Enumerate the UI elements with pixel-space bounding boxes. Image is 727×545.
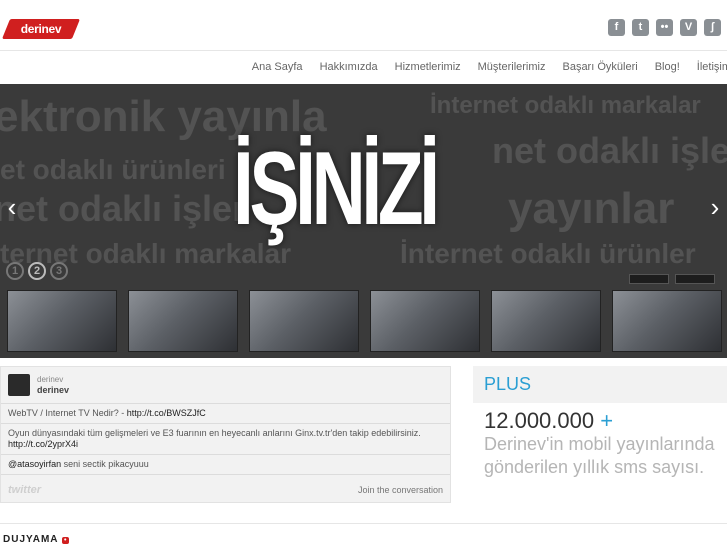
slider-page-3[interactable]: 3 [50, 262, 68, 280]
tweet: WebTV / Internet TV Nedir? - http://t.co… [1, 404, 450, 424]
nav-item-about[interactable]: Hakkımızda [320, 56, 378, 78]
twitter-header: derinev derinev [1, 367, 450, 404]
tweet-link[interactable]: http://t.co/2yprX4i [8, 439, 78, 449]
slider-bg-text: net odaklı işle [492, 130, 727, 171]
slider-bg-text: yayınlar [508, 184, 675, 233]
slider-thumbnail[interactable] [249, 290, 359, 352]
hero-slider: ektronik yayınla İnternet odaklı markala… [0, 84, 727, 358]
nav-item-blog[interactable]: Blog! [655, 56, 680, 78]
footer-logo-tag: • [61, 537, 70, 544]
slider-thumbnail[interactable] [7, 290, 117, 352]
slider-page-2[interactable]: 2 [28, 262, 46, 280]
tweet-text: Oyun dünyasındaki tüm gelişmeleri ve E3 … [8, 428, 421, 438]
slider-thumbnail[interactable] [491, 290, 601, 352]
header: derinev f t •• V ʃ [0, 0, 727, 50]
brand-logo [675, 274, 715, 284]
social-links: f t •• V ʃ [608, 19, 721, 36]
derinev-logo[interactable]: derinev [1, 19, 81, 39]
tweet-link[interactable]: http://t.co/BWSZJfC [127, 408, 206, 418]
avatar[interactable] [8, 374, 30, 396]
slider-page-1[interactable]: 1 [6, 262, 24, 280]
slider-next-arrow[interactable]: › [703, 192, 727, 222]
slider-pagination: 1 2 3 [6, 262, 68, 280]
tweet: Oyun dünyasındaki tüm gelişmeleri ve E3 … [1, 424, 450, 455]
slider-thumbnail[interactable] [612, 290, 722, 352]
nav-item-success-stories[interactable]: Başarı Öyküleri [562, 56, 637, 78]
slider-thumbnail[interactable] [128, 290, 238, 352]
slider-prev-arrow[interactable]: ‹ [0, 192, 24, 222]
rss-icon[interactable]: ʃ [704, 19, 721, 36]
twitter-logo[interactable]: twitter [8, 484, 41, 496]
flickr-icon[interactable]: •• [656, 19, 673, 36]
twitter-display-name[interactable]: derinev [37, 385, 69, 395]
nav-item-home[interactable]: Ana Sayfa [252, 56, 303, 78]
tweet-mention[interactable]: @atasoyirfan [8, 459, 61, 469]
nav-item-contact[interactable]: İletişim [697, 56, 727, 78]
brand-logo [629, 274, 669, 284]
twitter-footer: twitter Join the conversation [1, 478, 450, 502]
main-nav: Ana Sayfa Hakkımızda Hizmetlerimiz Müşte… [0, 56, 727, 80]
twitter-username: derinev [37, 375, 64, 384]
slider-bg-text: net odaklı işler [0, 188, 247, 229]
twitter-icon[interactable]: t [632, 19, 649, 36]
slider-bg-text: İnternet odaklı ürünler [400, 238, 696, 269]
slider-thumbnails [7, 290, 722, 352]
footer-logo[interactable]: DUJYAMA • [3, 534, 70, 545]
facebook-icon[interactable]: f [608, 19, 625, 36]
twitter-widget: derinev derinev WebTV / Internet TV Nedi… [0, 366, 451, 503]
plus-number: 12.000.000 [484, 408, 595, 433]
divider [0, 50, 727, 51]
tweet: @atasoyirfan seni sectik pikacyuuu [1, 455, 450, 475]
tweet-text: seni sectik pikacyuuu [61, 459, 149, 469]
nav-item-clients[interactable]: Müşterilerimiz [478, 56, 546, 78]
slider-bg-text: İnternet odaklı markalar [430, 92, 701, 119]
slider-thumbnail[interactable] [370, 290, 480, 352]
divider [0, 523, 727, 524]
plus-sign: + [600, 408, 614, 433]
plus-stat: 12.000.000 + [484, 408, 613, 434]
nav-item-services[interactable]: Hizmetlerimiz [395, 56, 461, 78]
vimeo-icon[interactable]: V [680, 19, 697, 36]
slider-headline: İŞİNİZİ [233, 131, 440, 247]
plus-title: PLUS [473, 366, 727, 403]
footer-logo-text: DUJYAMA [3, 534, 59, 545]
slider-bg-text: et odaklı ürünleri [0, 154, 226, 185]
tweet-text: WebTV / Internet TV Nedir? - [8, 408, 127, 418]
plus-panel: PLUS 12.000.000 + Derinev'in mobil yayın… [473, 366, 727, 505]
slider-brand-logos [629, 274, 715, 284]
join-conversation-link[interactable]: Join the conversation [358, 485, 443, 495]
plus-description: Derinev'in mobil yayınlarında gönderilen… [484, 434, 715, 477]
